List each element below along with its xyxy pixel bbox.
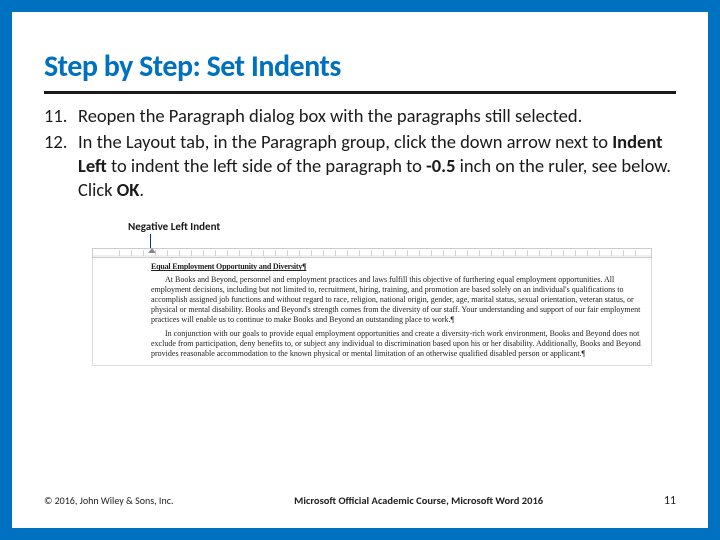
- step-item: 12. In the Layout tab, in the Paragraph …: [44, 130, 676, 202]
- step-text: Reopen the Paragraph dialog box with the…: [78, 104, 676, 128]
- step-number: 12.: [44, 130, 78, 202]
- footer-course: Microsoft Official Academic Course, Micr…: [294, 494, 543, 507]
- step-item: 11. Reopen the Paragraph dialog box with…: [44, 104, 676, 128]
- step-text: In the Layout tab, in the Paragraph grou…: [78, 130, 676, 202]
- step-list: 11. Reopen the Paragraph dialog box with…: [44, 104, 676, 202]
- callout-line: [150, 234, 151, 248]
- footer-copyright: © 2016, John Wiley & Sons, Inc.: [44, 494, 173, 507]
- slide: Step by Step: Set Indents 11. Reopen the…: [12, 12, 708, 528]
- doc-paragraph: At Books and Beyond, personnel and emplo…: [151, 275, 645, 325]
- footer-page-number: 11: [664, 494, 676, 508]
- step-number: 11.: [44, 104, 78, 128]
- indent-marker-icon: [148, 248, 156, 253]
- slide-title: Step by Step: Set Indents: [44, 48, 676, 94]
- footer: © 2016, John Wiley & Sons, Inc. Microsof…: [44, 494, 676, 508]
- slide-body: 11. Reopen the Paragraph dialog box with…: [44, 104, 676, 366]
- doc-heading: Equal Employment Opportunity and Diversi…: [151, 262, 645, 272]
- callout-label: Negative Left Indent: [128, 220, 652, 234]
- ruler: [92, 248, 652, 258]
- bold-value: -0.5: [426, 154, 455, 177]
- bold-ok: OK: [117, 178, 140, 201]
- document-preview: Equal Employment Opportunity and Diversi…: [92, 258, 652, 366]
- doc-paragraph: In conjunction with our goals to provide…: [151, 329, 645, 359]
- figure: Negative Left Indent Equal Employment Op…: [92, 220, 652, 366]
